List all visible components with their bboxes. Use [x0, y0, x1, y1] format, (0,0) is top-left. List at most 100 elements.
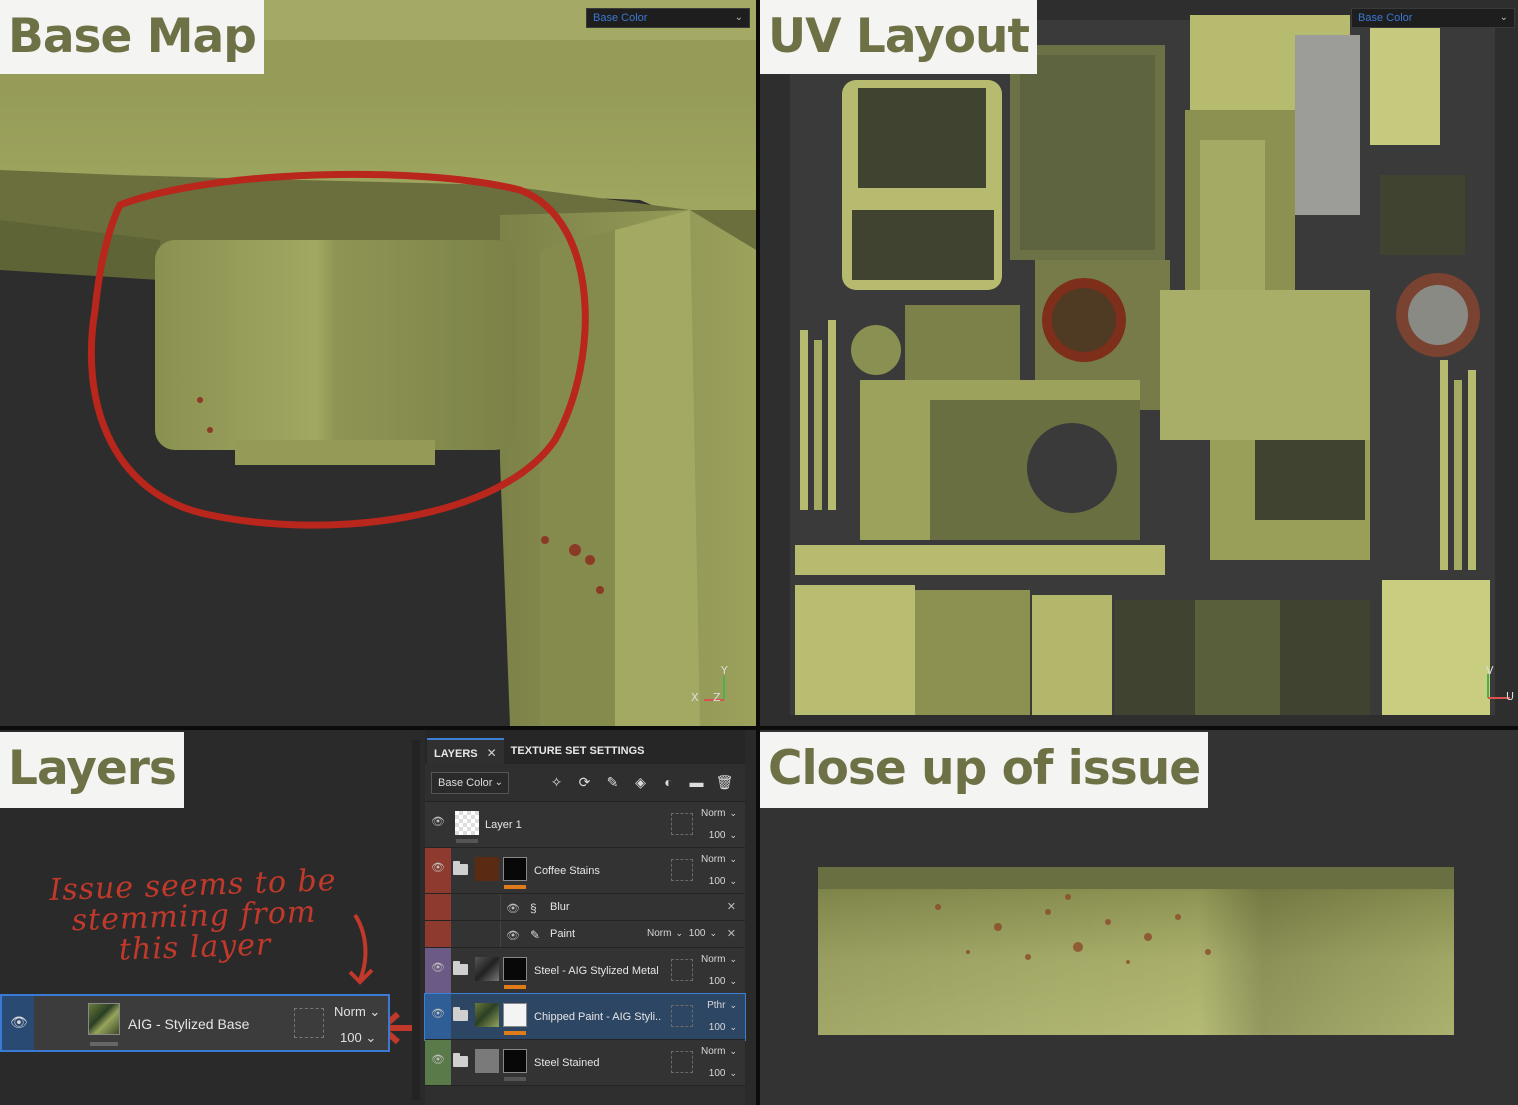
- thumbnail-bar: [504, 1077, 526, 1081]
- chevron-down-icon: ⌄: [729, 876, 737, 886]
- mask-slot[interactable]: [671, 1051, 693, 1073]
- layer-name: Steel Stained: [534, 1057, 600, 1069]
- axis-x-label: X: [691, 691, 699, 704]
- axis-y-label: Y: [721, 664, 728, 677]
- tab-layers[interactable]: LAYERS ✕: [427, 738, 504, 764]
- close-icon[interactable]: ✕: [727, 900, 736, 913]
- layer-color-tag: [425, 921, 451, 947]
- opacity-label: 100: [708, 976, 726, 987]
- paint-icon[interactable]: ✎: [603, 773, 622, 792]
- chevron-down-icon: ⌄: [729, 854, 737, 864]
- layer-row-steel-aig-stylized-metal[interactable]: 👁 Steel - AIG Stylized Metal Norm ⌄ 100 ⌄: [425, 948, 745, 994]
- eye-icon[interactable]: 👁: [10, 1014, 28, 1031]
- mask-thumbnail: [503, 1049, 527, 1073]
- opacity-select[interactable]: 100 ⌄: [689, 928, 717, 939]
- thumbnail-bar: [504, 885, 526, 889]
- eye-icon[interactable]: 👁: [506, 902, 520, 915]
- layer-row-steel-stained[interactable]: 👁 Steel Stained Norm ⌄ 100 ⌄: [425, 1040, 745, 1086]
- tab-label: TEXTURE SET SETTINGS: [510, 745, 645, 757]
- base-map-render: [0, 0, 756, 726]
- chevron-down-icon: ⌄: [1499, 12, 1508, 23]
- close-up-render: [818, 867, 1454, 1035]
- opacity-select[interactable]: 100 ⌄: [709, 830, 737, 841]
- chevron-down-icon: ⌄: [675, 928, 683, 938]
- layer-toolbar: Base Color ⌄ ✧ ⟳ ✎ ◈ ◐ ▬ 🗑: [425, 764, 745, 802]
- mask-slot[interactable]: [671, 859, 693, 881]
- mask-icon[interactable]: ◐: [659, 773, 678, 792]
- effect-row-paint[interactable]: 👁 ✎ Paint Norm ⌄ 100 ⌄ ✕: [425, 921, 745, 948]
- chevron-down-icon: ⌄: [494, 776, 503, 788]
- layer-thumbnail: [475, 1049, 499, 1073]
- layer-row-chipped-paint[interactable]: 👁 Chipped Paint - AIG Styli... Pthr ⌄ 100…: [424, 993, 746, 1041]
- opacity-label: 100: [340, 1030, 362, 1045]
- delete-icon[interactable]: 🗑: [715, 773, 734, 792]
- effect-indent-line: [500, 894, 501, 920]
- axis-v-label: V: [1486, 664, 1494, 677]
- layer-row-layer-1[interactable]: 👁 Layer 1 Norm ⌄ 100 ⌄: [425, 802, 745, 848]
- panel-title-uv-layout: UV Layout: [760, 0, 1037, 74]
- mask-slot[interactable]: [671, 959, 693, 981]
- highlighted-layer-row[interactable]: 👁 AIG - Stylized Base Norm ⌄ 100 ⌄: [0, 994, 390, 1052]
- eye-icon[interactable]: 👁: [431, 963, 446, 974]
- chevron-down-icon: ⌄: [369, 1004, 381, 1019]
- channel-label: Base Color: [593, 12, 648, 24]
- folder-icon: [453, 1007, 468, 1021]
- layer-name: Layer 1: [485, 819, 522, 831]
- layer-color-tag: [425, 894, 451, 920]
- blend-mode-select[interactable]: Norm ⌄: [701, 1046, 737, 1057]
- panel-title-close-up: Close up of issue: [760, 732, 1209, 808]
- blend-mode-select[interactable]: Norm ⌄: [334, 1004, 380, 1020]
- blend-mode-select[interactable]: Pthr ⌄: [707, 1000, 737, 1011]
- close-icon[interactable]: ✕: [487, 746, 497, 760]
- blend-mode-select[interactable]: Norm ⌄: [701, 954, 737, 965]
- mask-thumbnail: [503, 1003, 527, 1027]
- opacity-select[interactable]: 100 ⌄: [709, 1068, 737, 1079]
- opacity-select[interactable]: 100 ⌄: [709, 1022, 737, 1033]
- chevron-down-icon: ⌄: [734, 12, 743, 23]
- effect-indent-line: [500, 921, 501, 947]
- eye-icon[interactable]: 👁: [431, 817, 446, 828]
- add-smart-icon[interactable]: ⟳: [575, 773, 594, 792]
- eye-icon[interactable]: 👁: [431, 1055, 446, 1066]
- fill-icon[interactable]: ◈: [631, 773, 650, 792]
- blend-mode-select[interactable]: Norm ⌄: [701, 808, 737, 819]
- folder-icon: [453, 861, 468, 875]
- eye-icon[interactable]: 👁: [431, 1009, 446, 1020]
- opacity-select[interactable]: 100 ⌄: [709, 976, 737, 987]
- channel-select-uv-layout[interactable]: Base Color ⌄: [1351, 8, 1515, 28]
- layer-name: Chipped Paint - AIG Styli...: [534, 1011, 662, 1023]
- tab-texture-set-settings[interactable]: TEXTURE SET SETTINGS: [504, 738, 652, 764]
- effect-row-blur[interactable]: 👁 § Blur ✕: [425, 894, 745, 921]
- blend-mode-select[interactable]: Norm ⌄: [701, 854, 737, 865]
- add-effect-icon[interactable]: ✧: [547, 773, 566, 792]
- chevron-down-icon: ⌄: [729, 830, 737, 840]
- layer-name: AIG - Stylized Base: [128, 1016, 250, 1032]
- blur-icon: §: [530, 901, 537, 915]
- layer-row-coffee-stains[interactable]: 👁 Coffee Stains Norm ⌄ 100 ⌄: [425, 848, 745, 894]
- uv-layout-render: [760, 0, 1518, 726]
- channel-select-base-map[interactable]: Base Color ⌄: [586, 8, 750, 28]
- close-icon[interactable]: ✕: [727, 927, 736, 940]
- uv-layout-viewport[interactable]: UV Layout Base Color ⌄ V U: [760, 0, 1518, 726]
- scrollbar[interactable]: [412, 740, 420, 1100]
- eye-icon[interactable]: 👁: [506, 929, 520, 942]
- channel-select-layers[interactable]: Base Color ⌄: [431, 771, 509, 794]
- mask-thumbnail: [503, 957, 527, 981]
- opacity-select[interactable]: 100 ⌄: [709, 876, 737, 887]
- layer-name: Coffee Stains: [534, 865, 600, 877]
- layer-thumbnail: [475, 957, 499, 981]
- base-map-viewport[interactable]: Base Map Base Color ⌄ Y X Z: [0, 0, 756, 726]
- opacity-label: 100: [708, 1022, 726, 1033]
- eye-icon[interactable]: 👁: [431, 863, 446, 874]
- mask-slot[interactable]: [294, 1008, 324, 1038]
- layer-thumbnail: [475, 857, 499, 881]
- blend-mode-select[interactable]: Norm ⌄: [647, 928, 683, 939]
- opacity-select[interactable]: 100 ⌄: [340, 1030, 376, 1046]
- axis-u-label: U: [1506, 690, 1515, 703]
- mask-slot[interactable]: [671, 813, 693, 835]
- opacity-label: 100: [708, 876, 726, 887]
- chevron-down-icon: ⌄: [729, 1068, 737, 1078]
- blend-label: Norm: [334, 1004, 366, 1019]
- folder-icon[interactable]: ▬: [687, 773, 706, 792]
- mask-slot[interactable]: [671, 1005, 693, 1027]
